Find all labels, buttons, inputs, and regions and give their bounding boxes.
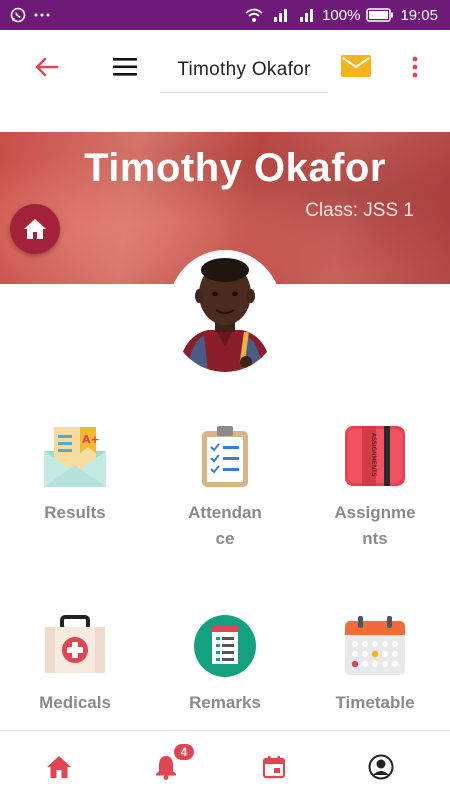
student-name-title: Timothy Okafor (177, 59, 311, 80)
home-icon (24, 219, 46, 239)
status-bar: 100% 19:05 (0, 0, 450, 30)
mail-button[interactable] (338, 50, 374, 82)
remarks-icon (191, 612, 259, 680)
status-right: 100% 19:05 (244, 7, 438, 24)
home-icon (47, 756, 71, 778)
tile-medicals[interactable]: Medicals (10, 612, 140, 742)
nav-profile[interactable] (363, 749, 399, 785)
more-vert-icon (412, 56, 418, 78)
banner-class-label: Class: JSS 1 (305, 200, 414, 221)
medicals-icon (41, 612, 109, 680)
back-arrow-icon (35, 57, 59, 77)
calendar-icon (262, 756, 286, 779)
app-screen: 100% 19:05 Timothy Okafor Timothy Okafor… (0, 0, 450, 800)
tile-assignments[interactable]: ASSIGNMENTS Assignme nts (310, 422, 440, 552)
tile-assignments-label: Assignme nts (334, 503, 416, 548)
tile-timetable-label: Timetable (335, 693, 415, 712)
app-bar: Timothy Okafor (0, 30, 450, 102)
menu-button[interactable] (108, 50, 142, 84)
notification-count-badge: 4 (172, 742, 196, 762)
more-options-button[interactable] (400, 50, 430, 84)
tile-attendance-label: Attendan ce (188, 503, 262, 548)
battery-icon (366, 8, 394, 22)
tile-results-label: Results (44, 503, 106, 522)
mail-icon (341, 55, 371, 77)
tile-remarks[interactable]: Remarks (160, 612, 290, 742)
hamburger-menu-icon (113, 58, 137, 76)
tile-timetable[interactable]: Timetable (310, 612, 440, 742)
whatsapp-icon (10, 7, 26, 23)
signal-icon (270, 7, 290, 23)
bottom-navigation (0, 730, 450, 800)
nav-home[interactable] (41, 749, 77, 785)
timetable-icon (341, 612, 409, 680)
tile-medicals-label: Medicals (39, 693, 111, 712)
profile-icon (368, 754, 394, 780)
battery-percent: 100% (322, 6, 361, 24)
status-left (10, 7, 50, 23)
clock: 19:05 (400, 6, 438, 24)
home-fab-button[interactable] (10, 204, 60, 254)
student-selector[interactable]: Timothy Okafor (160, 48, 328, 93)
tile-results[interactable]: A+ Results (10, 422, 140, 552)
student-avatar (168, 250, 282, 372)
assignments-icon: ASSIGNMENTS (341, 422, 409, 490)
banner-student-name: Timothy Okafor (84, 146, 386, 190)
results-icon: A+ (41, 422, 109, 490)
svg-text:A+: A+ (82, 433, 100, 446)
tile-remarks-label: Remarks (189, 693, 261, 712)
svg-text:ASSIGNMENTS: ASSIGNMENTS (370, 433, 377, 477)
signal-icon (296, 7, 316, 23)
wifi-icon (244, 7, 264, 23)
attendance-icon (191, 422, 259, 490)
tile-attendance[interactable]: Attendan ce (160, 422, 290, 552)
nav-calendar[interactable] (256, 749, 292, 785)
back-button[interactable] (30, 50, 64, 84)
more-dots-icon (34, 12, 50, 18)
